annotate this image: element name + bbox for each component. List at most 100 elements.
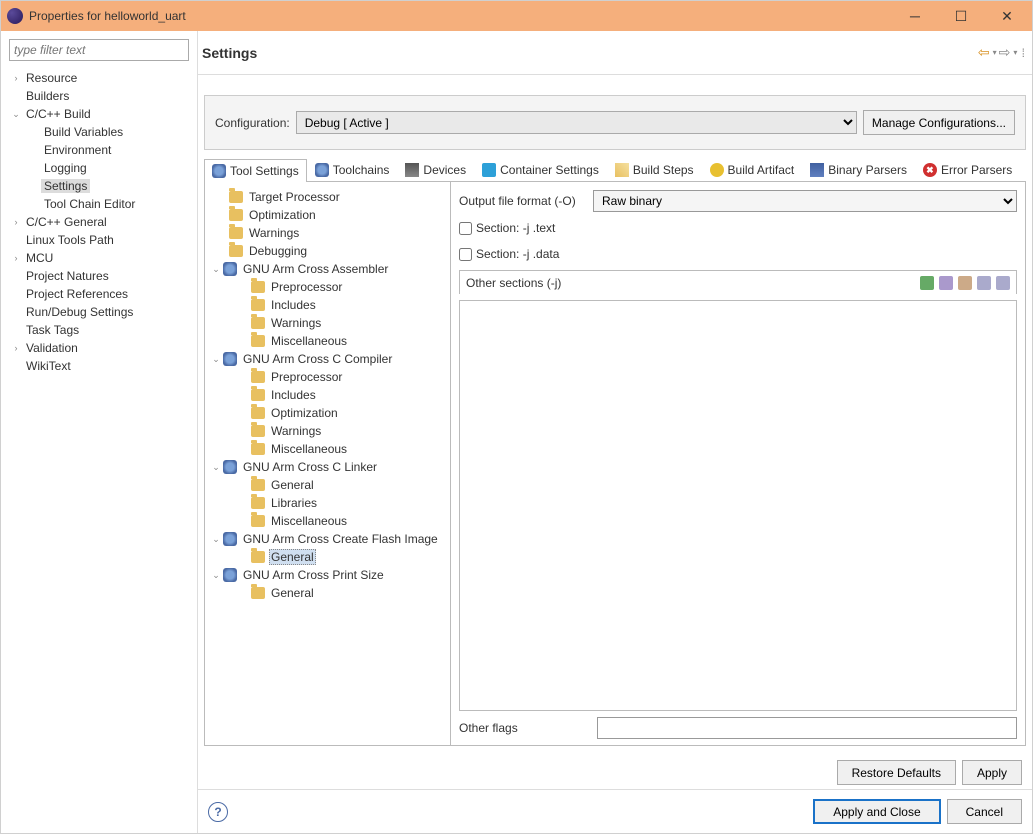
view-menu-icon[interactable]: ⁞ — [1019, 46, 1024, 60]
nav-item-validation[interactable]: ›Validation — [5, 339, 197, 357]
folder-icon — [251, 371, 265, 383]
tab-build-steps[interactable]: Build Steps — [607, 158, 702, 181]
tab-binary-parsers[interactable]: Binary Parsers — [802, 158, 915, 181]
close-button[interactable]: ✕ — [984, 1, 1030, 31]
nav-item-settings[interactable]: Settings — [5, 177, 197, 195]
section-data-checkbox[interactable] — [459, 248, 472, 261]
tool-node-general[interactable]: General — [205, 584, 450, 602]
section-data-checkbox-row[interactable]: Section: -j .data — [459, 244, 1017, 264]
folder-icon — [251, 335, 265, 347]
edit-icon[interactable] — [939, 276, 953, 290]
tool-node-warnings[interactable]: Warnings — [205, 422, 450, 440]
nav-tree: ›ResourceBuilders⌄C/C++ BuildBuild Varia… — [1, 69, 197, 833]
nav-item-project-natures[interactable]: Project Natures — [5, 267, 197, 285]
ic-dev-icon — [405, 163, 419, 177]
folder-icon — [251, 389, 265, 401]
tool-node-optimization[interactable]: Optimization — [205, 206, 450, 224]
tool-tree: Target ProcessorOptimizationWarningsDebu… — [205, 182, 451, 745]
tool-node-gnu-arm-cross-c-compiler[interactable]: ⌄GNU Arm Cross C Compiler — [205, 350, 450, 368]
move-down-icon[interactable] — [996, 276, 1010, 290]
nav-item-linux-tools-path[interactable]: Linux Tools Path — [5, 231, 197, 249]
maximize-button[interactable]: ☐ — [938, 1, 984, 31]
apply-and-close-button[interactable]: Apply and Close — [813, 799, 940, 824]
nav-item-resource[interactable]: ›Resource — [5, 69, 197, 87]
tool-node-includes[interactable]: Includes — [205, 296, 450, 314]
tool-node-gnu-arm-cross-create-flash-image[interactable]: ⌄GNU Arm Cross Create Flash Image — [205, 530, 450, 548]
nav-item-c-c-general[interactable]: ›C/C++ General — [5, 213, 197, 231]
tabs-row: Tool Settings Toolchains DevicesContainer … — [204, 158, 1026, 182]
nav-item-wikitext[interactable]: WikiText — [5, 357, 197, 375]
nav-item-mcu[interactable]: ›MCU — [5, 249, 197, 267]
configuration-select[interactable]: Debug [ Active ] — [296, 111, 857, 134]
manage-configurations-button[interactable]: Manage Configurations... — [863, 110, 1015, 135]
back-icon[interactable]: ⇦ — [978, 44, 990, 61]
nav-item-task-tags[interactable]: Task Tags — [5, 321, 197, 339]
tool-node-debugging[interactable]: Debugging — [205, 242, 450, 260]
tool-node-warnings[interactable]: Warnings — [205, 224, 450, 242]
add-icon[interactable] — [920, 276, 934, 290]
help-icon[interactable]: ? — [208, 802, 228, 822]
apply-button[interactable]: Apply — [962, 760, 1022, 785]
folder-icon — [251, 587, 265, 599]
tab-tool-settings[interactable]: Tool Settings — [204, 159, 307, 182]
tab-devices[interactable]: Devices — [397, 158, 474, 181]
output-format-select[interactable]: Raw binary — [593, 190, 1017, 212]
tool-node-label: Miscellaneous — [269, 334, 349, 348]
tool-node-libraries[interactable]: Libraries — [205, 494, 450, 512]
nav-item-environment[interactable]: Environment — [5, 141, 197, 159]
tool-node-label: Miscellaneous — [269, 442, 349, 456]
tree-arrow-icon: › — [9, 253, 23, 263]
ic-err-icon: ✖ — [923, 163, 937, 177]
tool-node-label: GNU Arm Cross Print Size — [241, 568, 386, 582]
folder-icon — [251, 317, 265, 329]
filter-input[interactable] — [9, 39, 189, 61]
tab-label: Toolchains — [333, 163, 390, 177]
folder-icon — [251, 515, 265, 527]
other-sections-label: Other sections (-j) — [466, 276, 561, 290]
nav-item-tool-chain-editor[interactable]: Tool Chain Editor — [5, 195, 197, 213]
tool-node-includes[interactable]: Includes — [205, 386, 450, 404]
move-up-icon[interactable] — [977, 276, 991, 290]
nav-item-builders[interactable]: Builders — [5, 87, 197, 105]
tool-node-miscellaneous[interactable]: Miscellaneous — [205, 440, 450, 458]
section-text-checkbox-row[interactable]: Section: -j .text — [459, 218, 1017, 238]
forward-icon[interactable]: ⇨ — [999, 44, 1011, 61]
tool-node-miscellaneous[interactable]: Miscellaneous — [205, 332, 450, 350]
nav-item-project-references[interactable]: Project References — [5, 285, 197, 303]
restore-defaults-button[interactable]: Restore Defaults — [837, 760, 956, 785]
cancel-button[interactable]: Cancel — [947, 799, 1022, 824]
tab-toolchains[interactable]: Toolchains — [307, 158, 398, 181]
tool-node-label: Optimization — [247, 208, 318, 222]
other-sections-list[interactable] — [459, 300, 1017, 711]
tool-node-general[interactable]: General — [205, 548, 450, 566]
nav-item-run-debug-settings[interactable]: Run/Debug Settings — [5, 303, 197, 321]
tool-node-miscellaneous[interactable]: Miscellaneous — [205, 512, 450, 530]
tab-error-parsers[interactable]: ✖ Error Parsers — [915, 158, 1020, 181]
tool-node-general[interactable]: General — [205, 476, 450, 494]
tab-build-artifact[interactable]: Build Artifact — [702, 158, 803, 181]
tool-node-gnu-arm-cross-print-size[interactable]: ⌄GNU Arm Cross Print Size — [205, 566, 450, 584]
folder-icon — [251, 497, 265, 509]
tool-node-gnu-arm-cross-assembler[interactable]: ⌄GNU Arm Cross Assembler — [205, 260, 450, 278]
other-flags-input[interactable] — [597, 717, 1017, 739]
folder-icon — [251, 443, 265, 455]
tool-node-optimization[interactable]: Optimization — [205, 404, 450, 422]
tab-container-settings[interactable]: Container Settings — [474, 158, 607, 181]
minimize-button[interactable]: ─ — [892, 1, 938, 31]
tool-node-warnings[interactable]: Warnings — [205, 314, 450, 332]
dialog-footer: ? Apply and Close Cancel — [198, 789, 1032, 833]
tool-node-target-processor[interactable]: Target Processor — [205, 188, 450, 206]
nav-item-c-c-build[interactable]: ⌄C/C++ Build — [5, 105, 197, 123]
delete-icon[interactable] — [958, 276, 972, 290]
tool-node-gnu-arm-cross-c-linker[interactable]: ⌄GNU Arm Cross C Linker — [205, 458, 450, 476]
ic-tool-icon — [315, 163, 329, 177]
tab-label: Error Parsers — [941, 163, 1012, 177]
tool-settings-form: Output file format (-O) Raw binary Secti… — [451, 182, 1025, 745]
nav-item-logging[interactable]: Logging — [5, 159, 197, 177]
nav-item-build-variables[interactable]: Build Variables — [5, 123, 197, 141]
tool-node-preprocessor[interactable]: Preprocessor — [205, 368, 450, 386]
tool-node-preprocessor[interactable]: Preprocessor — [205, 278, 450, 296]
section-data-label: Section: -j .data — [476, 247, 559, 261]
nav-label: Run/Debug Settings — [23, 305, 136, 319]
section-text-checkbox[interactable] — [459, 222, 472, 235]
